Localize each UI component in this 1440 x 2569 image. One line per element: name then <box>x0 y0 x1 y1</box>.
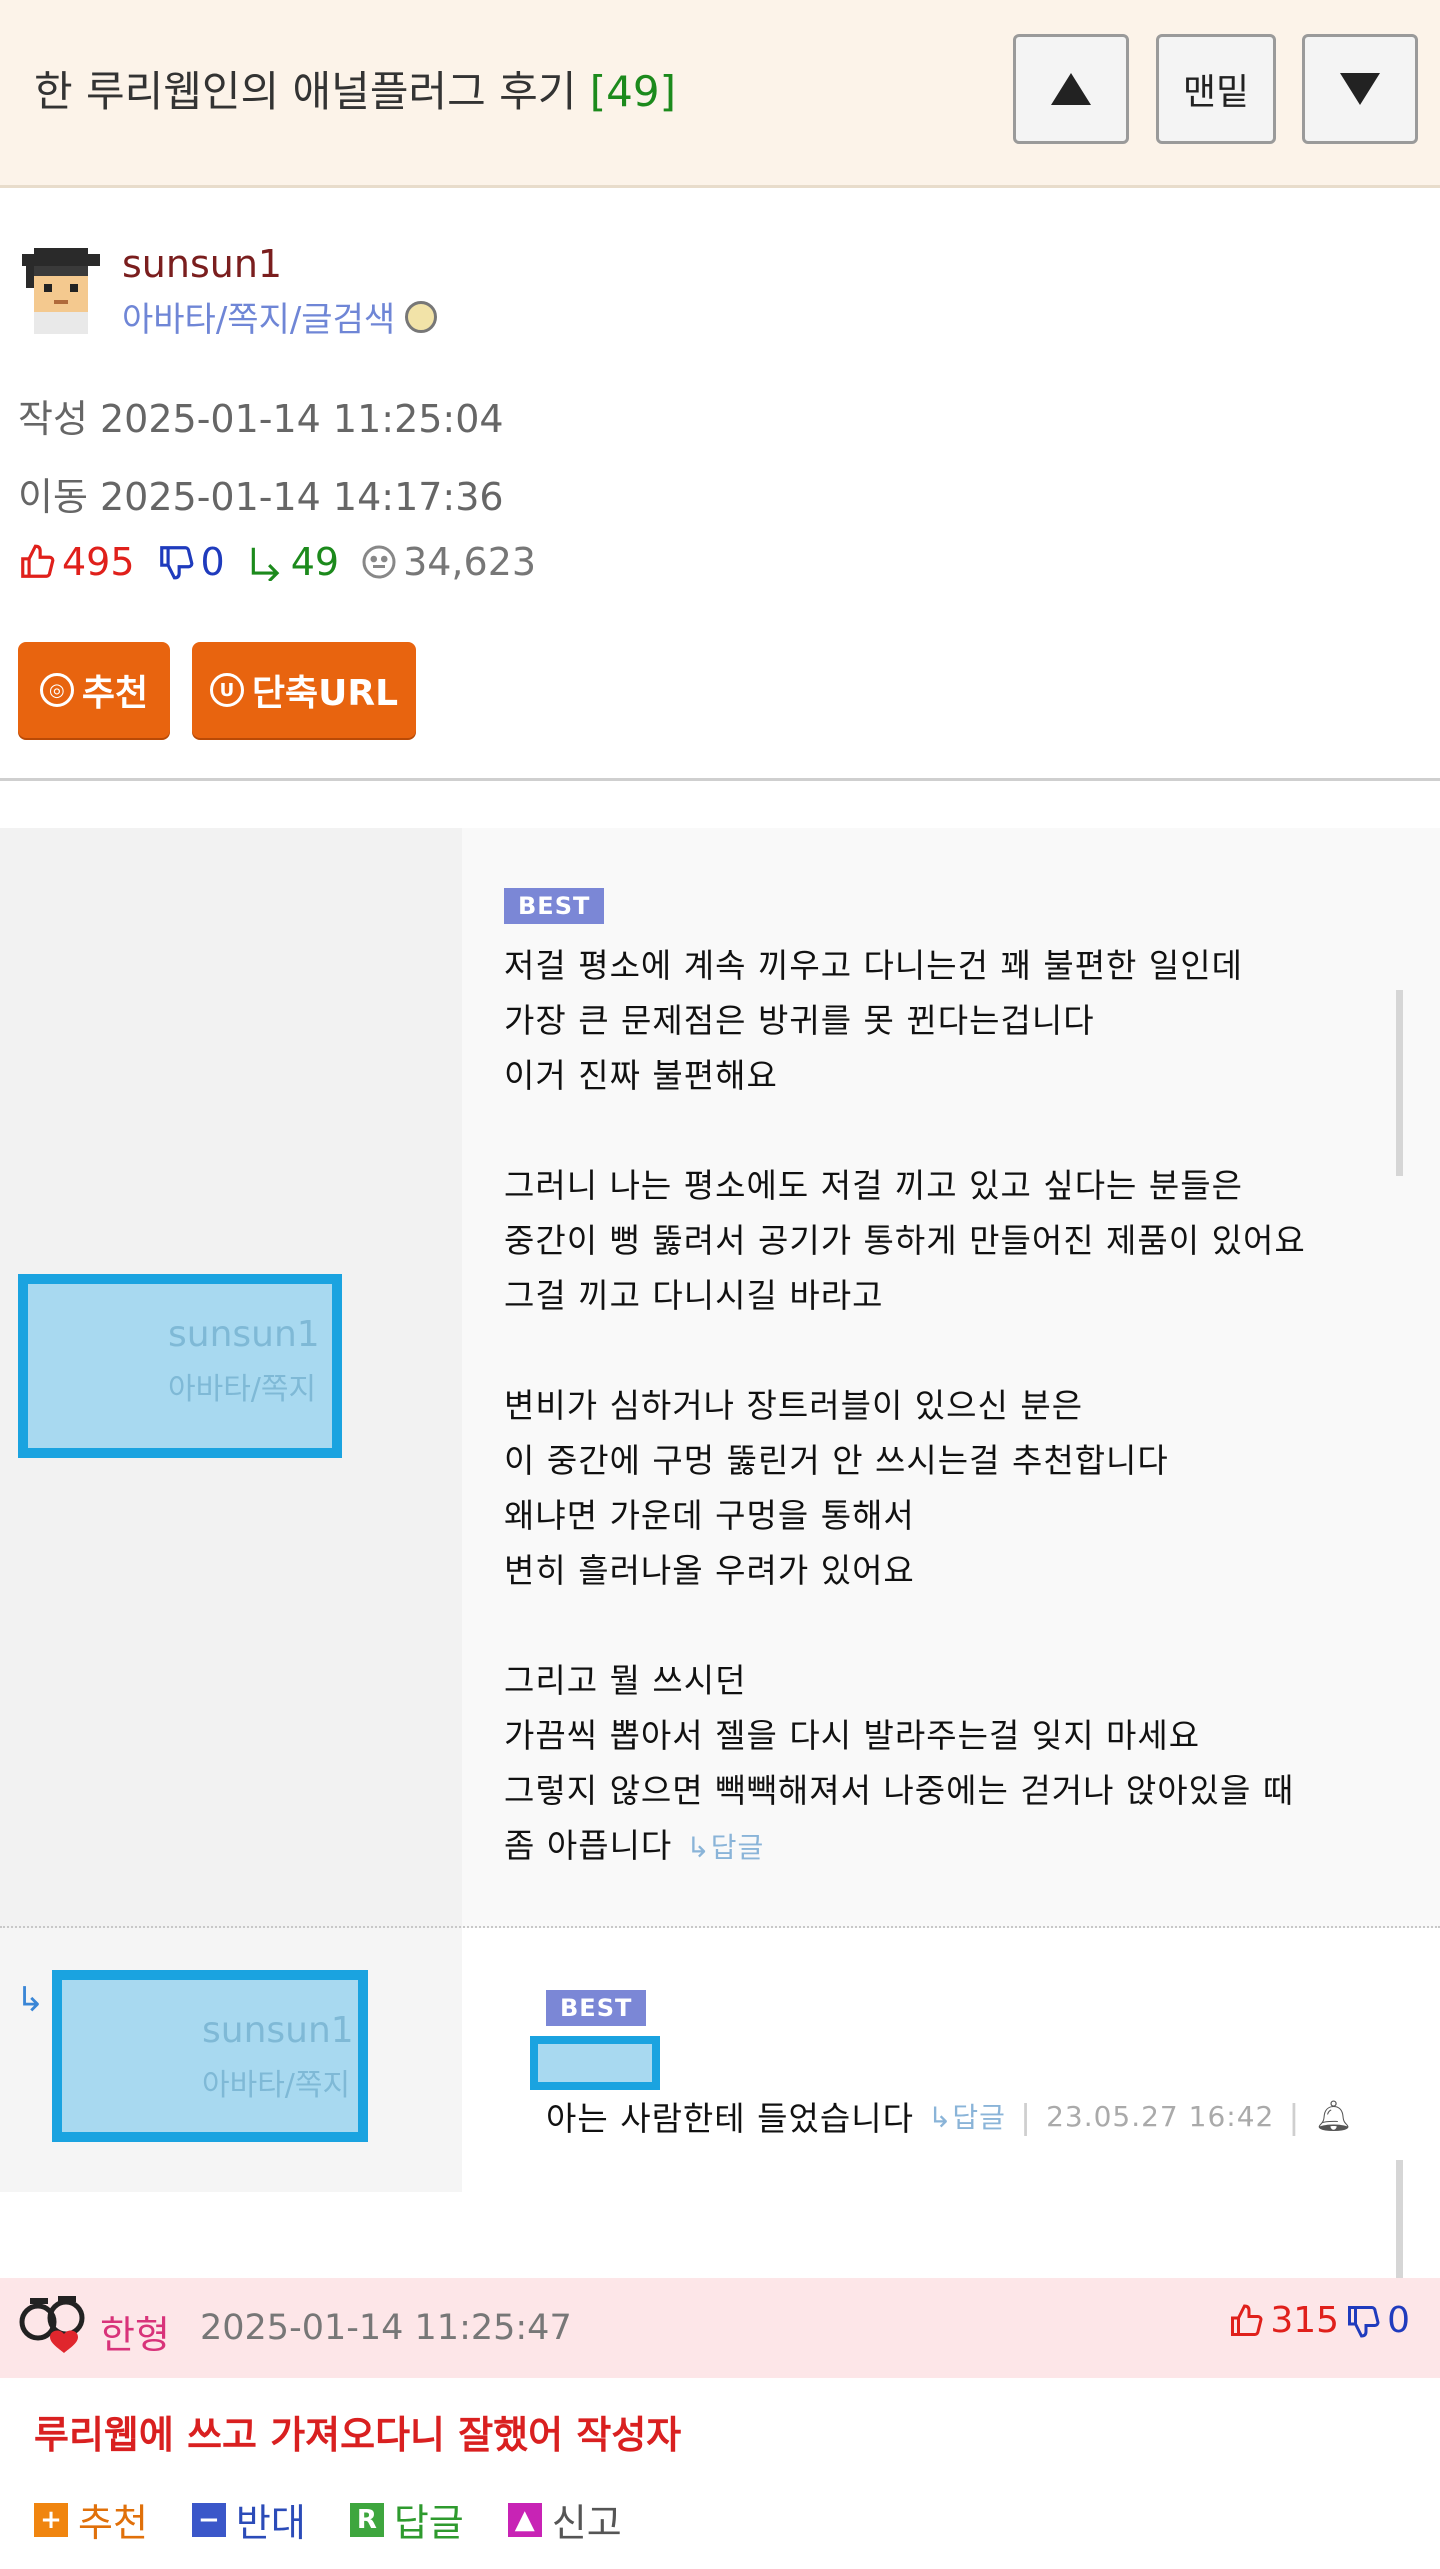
views-count: 34,623 <box>403 540 537 584</box>
comment-separator <box>0 1926 1440 1928</box>
scrollbar-continuation[interactable] <box>1396 2192 1403 2278</box>
comment-text: 루리웹에 쓰고 가져오다니 잘했어 작성자 <box>34 2413 682 2457</box>
bell-icon[interactable]: 🔔︎ <box>1314 2099 1353 2134</box>
comment-line: 그러니 나는 평소에도 저걸 끼고 있고 싶다는 분들은 <box>504 1166 1243 1205</box>
scroll-bottom-button[interactable]: 맨밑 <box>1156 34 1276 144</box>
written-date: 작성 2025-01-14 11:25:04 <box>18 397 504 441</box>
reply-date: 23.05.27 16:42 <box>1046 2099 1275 2133</box>
reply-count[interactable]: [49] <box>590 67 676 116</box>
recommend-icon: ◎ <box>39 673 74 707</box>
post-stats: 495 0 49 34,623 <box>18 540 558 584</box>
minus-icon: − <box>191 2502 226 2537</box>
post-title-text: 한 루리웹인의 애널플러그 후기 <box>34 67 577 116</box>
comment-line: 그리고 뭘 쓰시던 <box>504 1661 747 1700</box>
replies-count: 49 <box>290 540 340 584</box>
censored-author-links: 아바타/쪽지 <box>168 1372 317 1407</box>
likes-count: 495 <box>62 540 135 584</box>
comment-line: 중간이 뻥 뚫려서 공기가 통하게 만들어진 제품이 있어요 <box>504 1221 1306 1260</box>
comment-line: 이 중간에 구멍 뚫린거 안 쓰시는걸 추천합니다 <box>504 1441 1169 1480</box>
author-links[interactable]: 아바타/쪽지/글검색 <box>122 292 438 341</box>
short-url-label: 단축URL <box>251 673 399 714</box>
comment-line: 가끔씩 뽑아서 젤을 다시 발라주는걸 잊지 마세요 <box>504 1716 1201 1755</box>
censored-reply-author-links: 아바타/쪽지 <box>202 2068 351 2103</box>
section-divider <box>0 778 1440 781</box>
best-comment-text: 저걸 평소에 계속 끼우고 다니는건 꽤 불편한 일인데 가장 큰 문제점은 방… <box>504 938 1424 1875</box>
thumbs-down-icon <box>159 546 193 580</box>
comment-reply-label: 답글 <box>393 2501 464 2545</box>
comment-header: 한형 2025-01-14 11:25:47 315 0 <box>0 2278 1440 2378</box>
thumbs-up-icon[interactable] <box>1228 2303 1264 2339</box>
url-icon: U <box>209 673 244 707</box>
commenter-name[interactable]: 한형 <box>100 2304 170 2359</box>
comment-line: 저걸 평소에 계속 끼우고 다니는건 꽤 불편한 일인데 <box>504 946 1243 985</box>
comment-line: 왜냐면 가운데 구멍을 통해서 <box>504 1496 915 1535</box>
recommend-label: 추천 <box>81 673 149 714</box>
medal-icon <box>405 300 438 333</box>
comment-line: 좀 아픕니다 <box>504 1826 673 1865</box>
comment-reply-button[interactable]: R 답글 <box>349 2492 464 2547</box>
author-name[interactable]: sunsun1 <box>122 242 282 286</box>
author-links-text[interactable]: 아바타/쪽지/글검색 <box>122 292 395 341</box>
triangle-down-icon <box>1340 73 1380 105</box>
comment-oppose-button[interactable]: − 반대 <box>191 2492 306 2547</box>
post-header: 한 루리웹인의 애널플러그 후기 [49] 맨밑 <box>0 0 1440 188</box>
comment-line: 변비가 심하거나 장트러블이 있으신 분은 <box>504 1386 1084 1425</box>
commenter-avatar[interactable] <box>18 2294 88 2360</box>
short-url-button[interactable]: U 단축URL <box>192 642 416 738</box>
comment-report-label: 신고 <box>551 2501 622 2545</box>
reply-link[interactable]: ↳답글 <box>928 2096 1006 2136</box>
comment-date: 2025-01-14 11:25:47 <box>200 2308 572 2348</box>
comment-line: 가장 큰 문제점은 방귀를 못 뀐다는겁니다 <box>504 1001 1095 1040</box>
plus-icon: + <box>34 2502 68 2537</box>
censored-author-box: sunsun1 아바타/쪽지 <box>18 1274 342 1458</box>
comment-line: 변히 흘러나올 우려가 있어요 <box>504 1551 915 1590</box>
scroll-up-button[interactable] <box>1013 34 1129 144</box>
reply-indent-icon: ↳ <box>16 1980 45 2020</box>
censored-reply-author-box: sunsun1 아바타/쪽지 <box>52 1970 368 2142</box>
reply-link[interactable]: ↳답글 <box>686 1831 764 1864</box>
likes-stat: 495 <box>18 540 135 584</box>
censored-reply-name-box <box>530 2036 660 2090</box>
thumbs-up-icon <box>21 544 55 578</box>
comment-recommend-button[interactable]: + 추천 <box>34 2492 148 2547</box>
dislikes-stat: 0 <box>157 540 225 584</box>
scroll-down-button[interactable] <box>1302 34 1418 144</box>
embedded-comment-image: sunsun1 아바타/쪽지 BEST 저걸 평소에 계속 끼우고 다니는건 꽤… <box>0 828 1440 2192</box>
separator: | <box>1288 2096 1301 2136</box>
views-stat: 34,623 <box>361 540 536 584</box>
best-reply-line: 아는 사람한테 들었습니다 ↳답글 | 23.05.27 16:42 | 🔔︎ <box>546 2092 1354 2140</box>
comment-line: 이거 진짜 불편해요 <box>504 1056 778 1095</box>
comment-recommend-label: 추천 <box>78 2501 148 2545</box>
comment-line: 그렇지 않으면 빽빽해져서 나중에는 걷거나 앉아있을 때 <box>504 1771 1295 1810</box>
comment-likes: 315 <box>1270 2300 1340 2341</box>
reply-arrow-icon <box>251 547 280 581</box>
scrollbar[interactable] <box>1396 990 1403 1176</box>
separator: | <box>1019 2096 1033 2136</box>
comment-report-button[interactable]: ▲ 신고 <box>507 2492 622 2547</box>
dislikes-count: 0 <box>200 540 225 584</box>
comment-line: 그걸 끼고 다니시길 바라고 <box>504 1276 884 1315</box>
censored-reply-author-name: sunsun1 <box>202 2010 354 2051</box>
siren-icon: ▲ <box>507 2502 542 2537</box>
scrollbar[interactable] <box>1396 2160 1403 2192</box>
best-reply-badge: BEST <box>546 1990 647 2026</box>
eye-face-icon <box>362 545 396 579</box>
triangle-up-icon <box>1051 73 1091 105</box>
reply-r-icon: R <box>349 2502 384 2537</box>
recommend-button[interactable]: ◎ 추천 <box>18 642 170 738</box>
comment-last-line: 좀 아픕니다 ↳답글 <box>504 1818 1424 1875</box>
author-avatar[interactable] <box>18 248 104 334</box>
best-badge: BEST <box>504 888 605 924</box>
comment-votes: 315 0 <box>1228 2300 1410 2341</box>
censored-author-name: sunsun1 <box>168 1314 320 1355</box>
thumbs-down-icon[interactable] <box>1345 2303 1381 2339</box>
comment-actions: + 추천 − 반대 R 답글 ▲ 신고 <box>34 2492 666 2547</box>
best-reply-text: 아는 사람한테 들었습니다 <box>546 2099 914 2138</box>
post-title: 한 루리웹인의 애널플러그 후기 [49] <box>34 58 676 119</box>
comment-dislikes: 0 <box>1387 2300 1410 2341</box>
replies-stat: 49 <box>247 540 339 584</box>
moved-date: 이동 2025-01-14 14:17:36 <box>18 475 504 519</box>
comment-oppose-label: 반대 <box>235 2501 306 2545</box>
